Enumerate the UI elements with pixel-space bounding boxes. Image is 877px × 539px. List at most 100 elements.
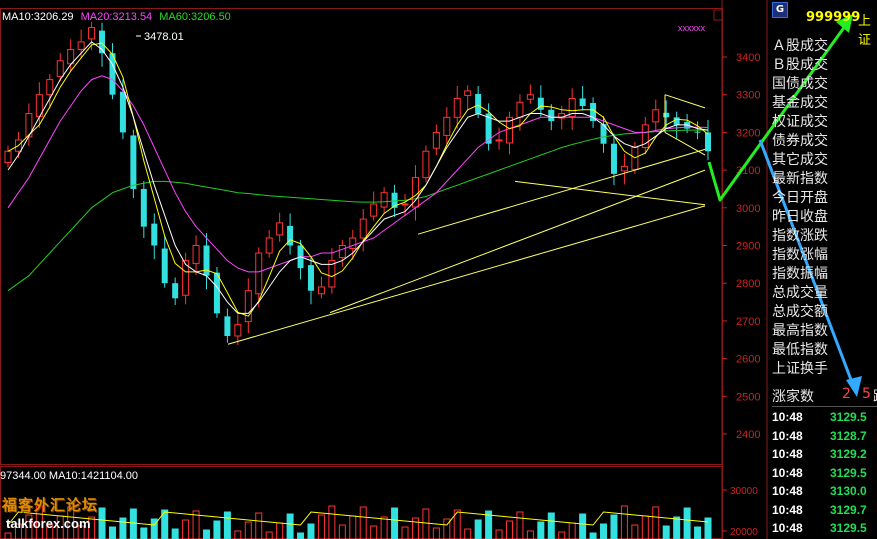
corner-box bbox=[713, 9, 723, 21]
candle-body-up bbox=[349, 237, 357, 250]
candle-body-up bbox=[516, 101, 524, 118]
ma60-line bbox=[7, 129, 708, 292]
volume-bar bbox=[317, 514, 325, 539]
candle-body-down bbox=[172, 283, 179, 299]
candle-body-up bbox=[244, 290, 252, 323]
candle-body-up bbox=[4, 150, 12, 164]
volume-bar bbox=[568, 522, 576, 539]
candle-body-up bbox=[77, 41, 85, 50]
tick-row: 10:48 3129.5 bbox=[772, 519, 877, 538]
candle-body-down bbox=[673, 117, 680, 125]
wedge-bottom bbox=[664, 131, 706, 156]
volume-bar bbox=[297, 532, 305, 539]
tick-list: 10:48 3129.5 10:48 3128.7 10:48 3129.2 10:48 31… bbox=[772, 408, 877, 538]
volume-bar bbox=[401, 526, 409, 539]
y-tick-label: 3200 bbox=[736, 127, 760, 139]
volume-bar bbox=[119, 517, 127, 539]
ma60-label: MA60:3206.50 bbox=[159, 11, 231, 23]
volume-bar bbox=[98, 507, 106, 539]
candle-body-down bbox=[224, 316, 231, 336]
field-item[interactable]: Ｂ股成交 bbox=[772, 56, 877, 75]
candle-body-down bbox=[694, 131, 701, 133]
volume-bar bbox=[411, 517, 419, 539]
field-item[interactable]: 最高指数 bbox=[772, 322, 877, 341]
index-code: 999999 bbox=[806, 10, 861, 25]
ma20-line bbox=[7, 75, 709, 273]
support-line-2 bbox=[329, 169, 706, 314]
volume-bar bbox=[432, 527, 440, 539]
volume-bar bbox=[108, 526, 116, 539]
candle-body-up bbox=[265, 237, 273, 254]
y-tick-label: 2900 bbox=[736, 241, 760, 253]
candle-body-up bbox=[359, 218, 367, 239]
index-kline-chart[interactable]: xxxxxx 340033003200310030002900280027002… bbox=[0, 0, 877, 539]
tick-row: 10:48 3129.5 bbox=[772, 464, 877, 483]
support-line-3 bbox=[417, 148, 706, 235]
tick-time: 10:48 bbox=[772, 410, 803, 424]
candle-body-down bbox=[307, 265, 314, 291]
tick-row: 10:48 3129.7 bbox=[772, 501, 877, 520]
candle-body-up bbox=[631, 146, 639, 170]
candle-body-up bbox=[453, 97, 461, 118]
field-item[interactable]: 最新指数 bbox=[772, 170, 877, 189]
volume-bar bbox=[276, 522, 284, 539]
field-item[interactable]: 债券成交 bbox=[772, 132, 877, 151]
field-item[interactable]: 国债成交 bbox=[772, 75, 877, 94]
field-item[interactable]: 上证换手 bbox=[772, 360, 877, 379]
field-item[interactable]: 指数涨跌 bbox=[772, 227, 877, 246]
candle-body-down bbox=[475, 93, 482, 114]
candle-body-up bbox=[317, 286, 325, 295]
tick-price: 3129.2 bbox=[830, 447, 867, 461]
candle-body-down bbox=[548, 109, 555, 122]
volume-bar bbox=[422, 508, 430, 539]
field-item[interactable]: 今日开盘 bbox=[772, 189, 877, 208]
volume-bar bbox=[349, 515, 357, 539]
tick-time: 10:48 bbox=[772, 484, 803, 498]
candle-body-up bbox=[370, 203, 378, 217]
ma20-label: MA20:3213.54 bbox=[80, 11, 153, 23]
volume-bar bbox=[683, 507, 691, 539]
candle-body-up bbox=[338, 245, 346, 259]
candle-body-up bbox=[88, 27, 96, 40]
tick-time: 10:48 bbox=[772, 521, 803, 535]
volume-bar bbox=[213, 520, 221, 539]
volume-bar bbox=[391, 507, 399, 539]
field-item[interactable]: 最低指数 bbox=[772, 341, 877, 360]
volume-bar bbox=[171, 528, 179, 539]
price-axis: 3400330032003100300029002800270026002500… bbox=[722, 52, 760, 538]
volume-bar bbox=[547, 512, 555, 539]
volume-bar bbox=[370, 525, 378, 539]
index-header[interactable]: 999999 上证 bbox=[768, 10, 877, 48]
field-item[interactable]: 指数振幅 bbox=[772, 265, 877, 284]
candle-body-up bbox=[443, 116, 451, 136]
field-item[interactable]: Ａ股成交 bbox=[772, 37, 877, 56]
field-item[interactable]: 指数涨幅 bbox=[772, 246, 877, 265]
field-item[interactable]: 权证成交 bbox=[772, 113, 877, 132]
volume-bar bbox=[223, 511, 231, 539]
candle-body-down bbox=[151, 223, 158, 246]
tick-time: 10:48 bbox=[772, 428, 803, 443]
tick-time: 10:48 bbox=[772, 465, 803, 480]
tick-row: 10:48 3130.0 bbox=[772, 482, 877, 501]
candle-body-up bbox=[192, 245, 200, 265]
candle-body-up bbox=[276, 222, 284, 236]
field-item[interactable]: 总成交量 bbox=[772, 284, 877, 303]
field-item[interactable]: 总成交额 bbox=[772, 303, 877, 322]
volume-legend: 97344.00 MA10:1421104.00 bbox=[0, 470, 139, 482]
quote-sidebar: G 999999 上证 Ａ股成交 Ｂ股成交 国债成交 基金成交 权证成交 债券成交 其它成交… bbox=[768, 0, 877, 539]
candle-body-down bbox=[579, 98, 586, 107]
candle-body-up bbox=[620, 165, 628, 172]
candle-body-up bbox=[422, 150, 430, 179]
vol-tick-label: 30000 bbox=[730, 486, 758, 497]
field-item[interactable]: 昨日收盘 bbox=[772, 208, 877, 227]
field-item[interactable]: 基金成交 bbox=[772, 94, 877, 113]
volume-bar bbox=[537, 521, 545, 539]
rise-value: 2 bbox=[842, 386, 851, 402]
volume-bar bbox=[505, 520, 513, 539]
tick-price: 3130.0 bbox=[830, 484, 867, 498]
field-item[interactable]: 其它成交 bbox=[772, 151, 877, 170]
volume-bar bbox=[526, 530, 534, 539]
tick-price: 3129.5 bbox=[830, 410, 867, 424]
volume-bar bbox=[265, 531, 273, 539]
volume-bar bbox=[338, 524, 346, 539]
